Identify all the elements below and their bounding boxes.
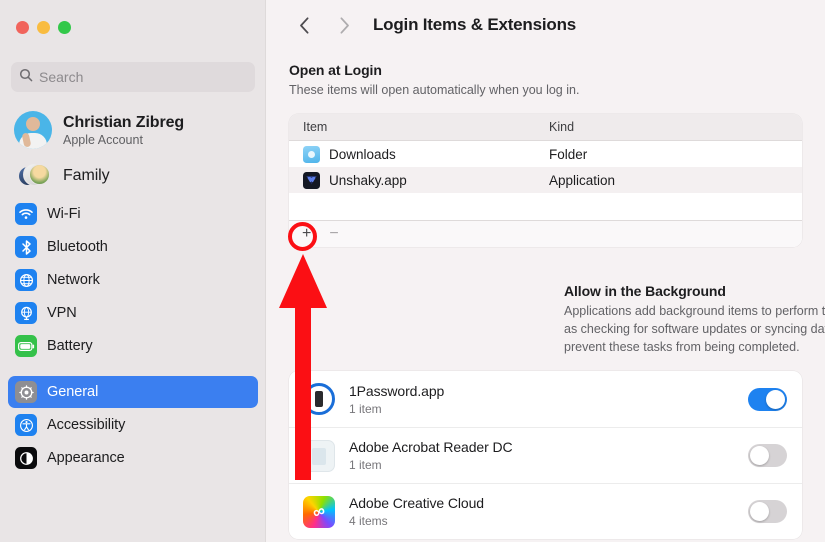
sidebar-item-vpn[interactable]: VPN xyxy=(8,297,258,329)
login-item-name: Unshaky.app xyxy=(329,173,407,188)
sidebar-item-general[interactable]: General xyxy=(8,376,258,408)
table-header-row: Item Kind xyxy=(289,114,802,141)
sidebar-item-label: Battery xyxy=(47,338,93,354)
sidebar-item-appearance[interactable]: Appearance xyxy=(8,442,258,474)
wifi-icon xyxy=(15,203,37,225)
system-settings-window: Christian Zibreg Apple Account Family W xyxy=(0,0,825,542)
search-input[interactable] xyxy=(39,69,247,85)
accessibility-icon xyxy=(15,414,37,436)
minimize-window-button[interactable] xyxy=(37,21,50,34)
gear-icon xyxy=(15,381,37,403)
column-header-kind[interactable]: Kind xyxy=(549,120,574,134)
background-apps-list: 1Password.app 1 item Adobe Acrobat Reade… xyxy=(289,371,802,539)
app-item-count: 4 items xyxy=(349,514,748,528)
table-footer: + − xyxy=(289,220,802,247)
page-title: Login Items & Extensions xyxy=(373,15,576,35)
login-item-name: Downloads xyxy=(329,147,396,162)
list-item[interactable]: 1Password.app 1 item xyxy=(289,371,802,427)
close-window-button[interactable] xyxy=(16,21,29,34)
sidebar-item-network[interactable]: Network xyxy=(8,264,258,296)
family-label: Family xyxy=(63,167,110,185)
family-avatars xyxy=(18,161,48,191)
settings-nav-list: Wi-Fi Bluetooth xyxy=(8,198,258,475)
sidebar-item-bluetooth[interactable]: Bluetooth xyxy=(8,231,258,263)
app-name: Adobe Creative Cloud xyxy=(349,495,748,511)
add-login-item-button[interactable]: + xyxy=(302,226,311,242)
sidebar-item-accessibility[interactable]: Accessibility xyxy=(8,409,258,441)
sidebar-item-wifi[interactable]: Wi-Fi xyxy=(8,198,258,230)
sidebar-item-label: Bluetooth xyxy=(47,239,108,255)
nav-divider xyxy=(8,363,258,376)
login-items-table: Item Kind Downloads Folder Unshaky.app A… xyxy=(289,114,802,247)
open-at-login-section-header: Open at Login These items will open auto… xyxy=(289,62,803,99)
allow-background-section-header: Allow in the Background Applications add… xyxy=(564,283,825,356)
app-icon xyxy=(303,172,320,189)
login-item-kind: Folder xyxy=(549,147,587,162)
section-description: These items will open automatically when… xyxy=(289,81,803,99)
battery-icon xyxy=(15,335,37,357)
vpn-icon xyxy=(15,302,37,324)
account-name: Christian Zibreg xyxy=(63,114,184,132)
section-description: Applications add background items to per… xyxy=(564,302,825,356)
sidebar-item-label: VPN xyxy=(47,305,77,321)
table-row[interactable]: Unshaky.app Application xyxy=(289,167,802,193)
creativecloud-icon xyxy=(303,496,335,528)
search-icon xyxy=(19,68,39,87)
search-field[interactable] xyxy=(11,62,255,92)
table-empty-row xyxy=(289,193,802,220)
table-row[interactable]: Downloads Folder xyxy=(289,141,802,167)
background-toggle[interactable] xyxy=(748,444,787,467)
network-icon xyxy=(15,269,37,291)
apple-account-row[interactable]: Christian Zibreg Apple Account xyxy=(8,107,258,153)
folder-icon xyxy=(303,146,320,163)
maximize-window-button[interactable] xyxy=(58,21,71,34)
sidebar-item-battery[interactable]: Battery xyxy=(8,330,258,362)
list-item[interactable]: Adobe Creative Cloud 4 items xyxy=(289,483,802,539)
content-toolbar: Login Items & Extensions xyxy=(266,0,825,50)
account-subtitle: Apple Account xyxy=(63,133,184,147)
sidebar-item-label: Appearance xyxy=(47,450,125,466)
sidebar-item-label: Accessibility xyxy=(47,417,125,433)
background-toggle[interactable] xyxy=(748,388,787,411)
window-controls xyxy=(16,21,71,34)
app-name: 1Password.app xyxy=(349,383,748,399)
appearance-icon xyxy=(15,447,37,469)
login-item-kind: Application xyxy=(549,173,615,188)
acrobat-icon xyxy=(303,440,335,472)
forward-button[interactable] xyxy=(331,12,357,38)
remove-login-item-button[interactable]: − xyxy=(329,226,338,242)
back-button[interactable] xyxy=(291,12,317,38)
list-item[interactable]: Adobe Acrobat Reader DC 1 item xyxy=(289,427,802,483)
app-item-count: 1 item xyxy=(349,402,748,416)
section-heading: Open at Login xyxy=(289,62,803,78)
sidebar-item-label: Wi-Fi xyxy=(47,206,81,222)
column-header-item[interactable]: Item xyxy=(289,120,549,134)
app-name: Adobe Acrobat Reader DC xyxy=(349,439,748,455)
sidebar-item-label: Network xyxy=(47,272,100,288)
bluetooth-icon xyxy=(15,236,37,258)
sidebar: Christian Zibreg Apple Account Family W xyxy=(0,0,266,542)
section-heading: Allow in the Background xyxy=(564,283,825,299)
onepassword-icon xyxy=(303,383,335,415)
family-row[interactable]: Family xyxy=(8,160,258,192)
sidebar-item-label: General xyxy=(47,384,98,400)
background-toggle[interactable] xyxy=(748,500,787,523)
app-item-count: 1 item xyxy=(349,458,748,472)
avatar xyxy=(14,111,52,149)
